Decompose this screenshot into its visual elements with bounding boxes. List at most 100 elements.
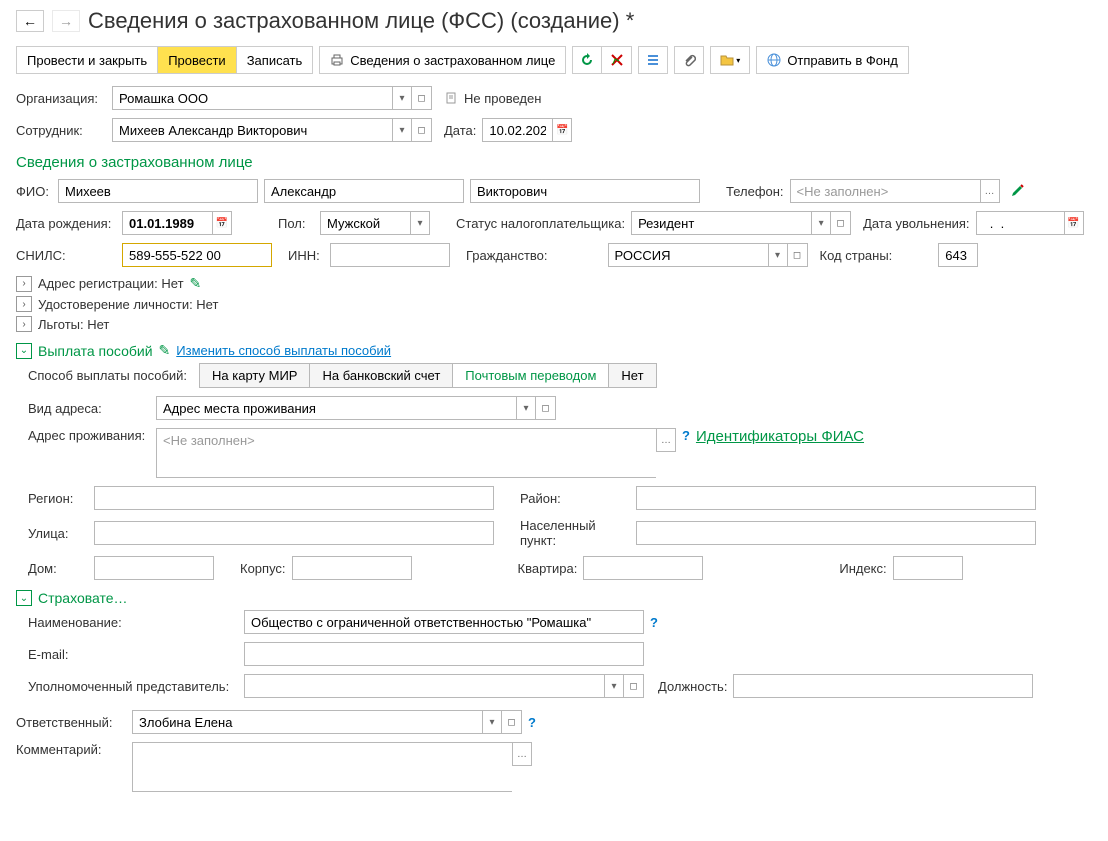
svedeniya-button[interactable]: Сведения о застрахованном лице xyxy=(319,46,566,74)
responsible-open-button[interactable]: ◻ xyxy=(502,710,522,734)
insurer-name-input[interactable] xyxy=(244,610,644,634)
snils-label: СНИЛС: xyxy=(16,248,116,263)
address-reg-text: Адрес регистрации: Нет xyxy=(38,276,184,291)
insurer-title: Страховате… xyxy=(38,590,128,606)
document-icon xyxy=(444,91,458,105)
region-label: Регион: xyxy=(28,491,88,506)
org-open-button[interactable]: ◻ xyxy=(412,86,432,110)
benefits-text: Льготы: Нет xyxy=(38,317,109,332)
attach-button[interactable] xyxy=(674,46,704,74)
dismiss-date-calendar-button[interactable]: 📅 xyxy=(1064,211,1084,235)
address-type-dropdown-button[interactable]: ▾ xyxy=(516,396,536,420)
address-edit-icon[interactable]: ✎ xyxy=(190,275,202,292)
comment-textarea[interactable] xyxy=(132,742,512,792)
list-button[interactable] xyxy=(638,46,668,74)
responsible-help-icon[interactable]: ? xyxy=(528,715,536,730)
responsible-input[interactable] xyxy=(132,710,482,734)
citizenship-dropdown-button[interactable]: ▾ xyxy=(768,243,788,267)
payment-method-label: Способ выплаты пособий: xyxy=(28,368,187,383)
comment-more-button[interactable]: … xyxy=(512,742,532,766)
org-dropdown-button[interactable]: ▾ xyxy=(392,86,412,110)
index-input[interactable] xyxy=(893,556,963,580)
sex-label: Пол: xyxy=(278,216,314,231)
reject-button[interactable] xyxy=(602,46,632,74)
korpus-input[interactable] xyxy=(292,556,412,580)
payment-edit-icon[interactable]: ✎ xyxy=(159,342,171,359)
dob-calendar-button[interactable]: 📅 xyxy=(212,211,232,235)
citizenship-open-button[interactable]: ◻ xyxy=(788,243,808,267)
email-input[interactable] xyxy=(244,642,644,666)
live-address-textarea[interactable]: <Не заполнен> xyxy=(156,428,656,478)
dob-input[interactable] xyxy=(122,211,212,235)
payment-title: Выплата пособий xyxy=(38,343,153,359)
employee-open-button[interactable]: ◻ xyxy=(412,118,432,142)
phone-edit-icon[interactable] xyxy=(1010,184,1024,198)
sex-dropdown-button[interactable]: ▾ xyxy=(410,211,430,235)
provesti-button[interactable]: Провести xyxy=(158,47,237,73)
benefits-expand-button[interactable]: › xyxy=(16,316,32,332)
email-label: E-mail: xyxy=(28,647,238,662)
change-payment-link[interactable]: Изменить способ выплаты пособий xyxy=(176,343,391,358)
locality-input[interactable] xyxy=(636,521,1036,545)
live-address-more-button[interactable]: … xyxy=(656,428,676,452)
rep-open-button[interactable]: ◻ xyxy=(624,674,644,698)
phone-more-button[interactable]: … xyxy=(980,179,1000,203)
refresh-button[interactable] xyxy=(572,46,602,74)
address-type-open-button[interactable]: ◻ xyxy=(536,396,556,420)
date-input[interactable] xyxy=(482,118,552,142)
surname-input[interactable] xyxy=(58,179,258,203)
insurer-name-help-icon[interactable]: ? xyxy=(650,615,658,630)
org-input[interactable] xyxy=(112,86,392,110)
citizenship-input[interactable] xyxy=(608,243,768,267)
provesti-zakryt-button[interactable]: Провести и закрыть xyxy=(17,47,158,73)
employee-input[interactable] xyxy=(112,118,392,142)
tab-mir[interactable]: На карту МИР xyxy=(200,364,310,387)
phone-input[interactable] xyxy=(790,179,980,203)
tax-status-open-button[interactable]: ◻ xyxy=(831,211,851,235)
payment-collapse-button[interactable]: ⌄ xyxy=(16,343,32,359)
back-button[interactable]: ← xyxy=(16,10,44,32)
tab-no[interactable]: Нет xyxy=(609,364,655,387)
house-input[interactable] xyxy=(94,556,214,580)
street-input[interactable] xyxy=(94,521,494,545)
citizenship-label: Гражданство: xyxy=(466,248,548,263)
folder-dropdown-button[interactable]: ▾ xyxy=(710,46,750,74)
firstname-input[interactable] xyxy=(264,179,464,203)
inn-input[interactable] xyxy=(330,243,450,267)
date-calendar-button[interactable]: 📅 xyxy=(552,118,572,142)
rep-input[interactable] xyxy=(244,674,604,698)
flat-input[interactable] xyxy=(583,556,703,580)
live-address-help-icon[interactable]: ? xyxy=(682,428,690,443)
street-label: Улица: xyxy=(28,526,88,541)
forward-button[interactable]: → xyxy=(52,10,80,32)
sex-input[interactable] xyxy=(320,211,410,235)
fias-link[interactable]: Идентификаторы ФИАС xyxy=(696,428,864,445)
tax-status-dropdown-button[interactable]: ▾ xyxy=(811,211,831,235)
otpravit-fond-button[interactable]: Отправить в Фонд xyxy=(756,46,908,74)
patronymic-input[interactable] xyxy=(470,179,700,203)
status-text: Не проведен xyxy=(464,91,541,106)
district-input[interactable] xyxy=(636,486,1036,510)
employee-dropdown-button[interactable]: ▾ xyxy=(392,118,412,142)
tab-bank[interactable]: На банковский счет xyxy=(310,364,453,387)
responsible-label: Ответственный: xyxy=(16,715,126,730)
snils-input[interactable] xyxy=(122,243,272,267)
tax-status-input[interactable] xyxy=(631,211,811,235)
address-type-input[interactable] xyxy=(156,396,516,420)
live-address-label: Адрес проживания: xyxy=(28,428,150,443)
region-input[interactable] xyxy=(94,486,494,510)
tab-post[interactable]: Почтовым переводом xyxy=(453,364,609,387)
insurer-collapse-button[interactable]: ⌄ xyxy=(16,590,32,606)
responsible-dropdown-button[interactable]: ▾ xyxy=(482,710,502,734)
section-insured-title: Сведения о застрахованном лице xyxy=(16,154,1092,171)
employee-label: Сотрудник: xyxy=(16,123,106,138)
locality-label: Населенный пункт: xyxy=(520,518,630,548)
dismiss-date-input[interactable] xyxy=(976,211,1064,235)
zapisat-button[interactable]: Записать xyxy=(237,47,313,73)
address-expand-button[interactable]: › xyxy=(16,276,32,292)
position-input[interactable] xyxy=(733,674,1033,698)
rep-dropdown-button[interactable]: ▾ xyxy=(604,674,624,698)
korpus-label: Корпус: xyxy=(240,561,286,576)
country-code-input[interactable] xyxy=(938,243,978,267)
identity-expand-button[interactable]: › xyxy=(16,296,32,312)
